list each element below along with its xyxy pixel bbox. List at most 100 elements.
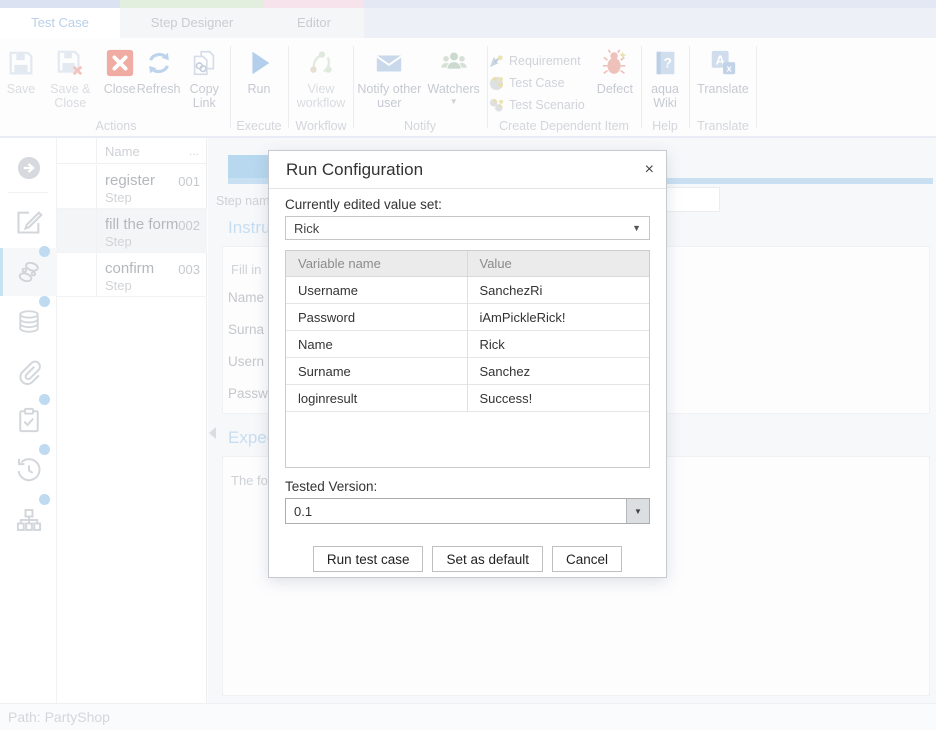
notify-other-user-button[interactable]: Notify other user	[356, 46, 422, 110]
steps-list: ... Name 001 register Step 002 fill the …	[57, 138, 207, 703]
collapse-handle-icon[interactable]	[209, 427, 216, 439]
dialog-header: Run Configuration ×	[269, 151, 666, 189]
chevron-down-icon: ▼	[632, 223, 641, 233]
go-arrow-icon[interactable]	[15, 154, 43, 182]
test-scenario-icon	[489, 98, 504, 113]
dialog-title: Run Configuration	[286, 160, 423, 180]
create-test-scenario-item[interactable]: Test Scenario	[489, 96, 585, 114]
column-header-index[interactable]: ...	[189, 144, 199, 158]
refresh-icon	[142, 46, 176, 80]
tab-strip-editor	[264, 0, 364, 8]
set-as-default-button[interactable]: Set as default	[432, 546, 543, 572]
ribbon-tab-bar: Test Case Step Designer Editor	[0, 8, 936, 38]
create-requirement-item[interactable]: Requirement	[489, 52, 585, 70]
sitemap-badge	[39, 494, 50, 505]
svg-text:?: ?	[664, 55, 673, 71]
table-row[interactable]: Username SanchezRi	[286, 277, 649, 304]
save-button[interactable]: Save	[4, 46, 38, 96]
svg-text:x: x	[726, 63, 732, 73]
cancel-button[interactable]: Cancel	[552, 546, 622, 572]
table-row[interactable]: Password iAmPickleRick!	[286, 304, 649, 331]
tested-version-combo[interactable]: 0.1 ▼	[285, 498, 650, 524]
table-row[interactable]: loginresult Success!	[286, 385, 649, 412]
wiki-book-icon: ?	[648, 46, 682, 80]
variables-table-header: Variable name Value	[286, 251, 649, 277]
run-configuration-dialog: Run Configuration × Currently edited val…	[268, 150, 667, 578]
breadcrumb-path: Path: PartyShop	[8, 709, 110, 725]
group-label-actions: Actions	[4, 119, 228, 133]
close-red-icon	[103, 46, 137, 80]
ribbon: Save Save & Close Close	[0, 38, 936, 138]
edit-pencil-icon[interactable]	[15, 208, 43, 236]
step-row-fill-the-form[interactable]: 002 fill the form Step	[57, 209, 207, 253]
sitemap-icon[interactable]	[15, 506, 43, 534]
tab-test-case[interactable]: Test Case	[0, 8, 120, 38]
attachment-paperclip-icon[interactable]	[15, 358, 43, 386]
column-variable-name[interactable]: Variable name	[286, 251, 468, 276]
workflow-icon	[304, 46, 338, 80]
requirement-icon	[489, 54, 504, 69]
tab-step-designer[interactable]: Step Designer	[120, 8, 264, 38]
run-button[interactable]: Run	[242, 46, 276, 96]
left-sidebar	[0, 138, 57, 703]
close-button[interactable]: Close	[103, 46, 137, 96]
refresh-button[interactable]: Refresh	[137, 46, 181, 96]
clipboard-badge	[39, 394, 50, 405]
tab-editor[interactable]: Editor	[264, 8, 364, 38]
steps-badge	[39, 246, 50, 257]
create-test-case-item[interactable]: Test Case	[489, 74, 585, 92]
copy-link-button[interactable]: Copy Link	[181, 46, 229, 110]
save-close-icon	[53, 46, 87, 80]
column-value[interactable]: Value	[468, 256, 650, 271]
step-row-register[interactable]: 001 register Step	[57, 165, 207, 209]
tab-strip-stepdesigner	[120, 0, 264, 8]
instructions-heading: Instru	[228, 218, 271, 238]
status-bar: Path: PartyShop	[0, 703, 936, 730]
test-case-icon	[489, 76, 504, 91]
group-label-help: Help	[643, 119, 687, 133]
group-label-create-dependent-item: Create Dependent Item	[489, 119, 639, 133]
run-icon	[242, 46, 276, 80]
envelope-icon	[372, 46, 406, 80]
save-and-close-button[interactable]: Save & Close	[38, 46, 103, 110]
steps-footprints-icon[interactable]	[15, 258, 43, 286]
translate-icon: Ax	[706, 46, 740, 80]
clipboard-check-icon[interactable]	[15, 406, 43, 434]
value-set-label: Currently edited value set:	[285, 197, 650, 212]
value-set-dropdown[interactable]: Rick ▼	[285, 216, 650, 240]
tab-strip-rest	[364, 0, 936, 8]
watchers-icon	[437, 46, 471, 80]
database-icon[interactable]	[15, 308, 43, 336]
view-workflow-button[interactable]: View workflow	[290, 46, 352, 110]
app-window: Test Case Step Designer Editor Save Save…	[0, 0, 936, 730]
aqua-wiki-button[interactable]: ? aqua Wiki	[643, 46, 687, 110]
chevron-down-icon: ▼	[634, 507, 642, 516]
group-label-workflow: Workflow	[290, 119, 352, 133]
group-label-translate: Translate	[691, 119, 755, 133]
step-row-confirm[interactable]: 003 confirm Step	[57, 253, 207, 297]
watchers-button[interactable]: Watchers ▼	[424, 46, 484, 106]
form-label-name: Name	[228, 290, 264, 305]
copy-link-icon	[187, 46, 221, 80]
form-label-password: Passw	[228, 386, 268, 401]
variables-table: Variable name Value Username SanchezRi P…	[285, 250, 650, 468]
defect-button[interactable]: Defect	[591, 46, 639, 96]
table-row[interactable]: Name Rick	[286, 331, 649, 358]
translate-button[interactable]: Ax Translate	[697, 46, 749, 96]
form-label-surname: Surna	[228, 322, 264, 337]
group-label-notify: Notify	[355, 119, 485, 133]
combo-dropdown-button[interactable]: ▼	[626, 499, 649, 523]
tested-version-label: Tested Version:	[285, 479, 650, 494]
run-test-case-button[interactable]: Run test case	[313, 546, 424, 572]
chevron-down-icon: ▼	[450, 97, 458, 106]
save-icon	[4, 46, 38, 80]
table-row[interactable]: Surname Sanchez	[286, 358, 649, 385]
form-label-username: Usern	[228, 354, 264, 369]
column-header-name[interactable]: Name	[105, 144, 140, 159]
history-badge	[39, 444, 50, 455]
close-icon[interactable]: ×	[645, 160, 654, 180]
history-clock-icon[interactable]	[15, 456, 43, 484]
defect-bug-icon	[598, 46, 632, 80]
step-name-label: Step nam	[216, 194, 270, 208]
database-badge	[39, 296, 50, 307]
